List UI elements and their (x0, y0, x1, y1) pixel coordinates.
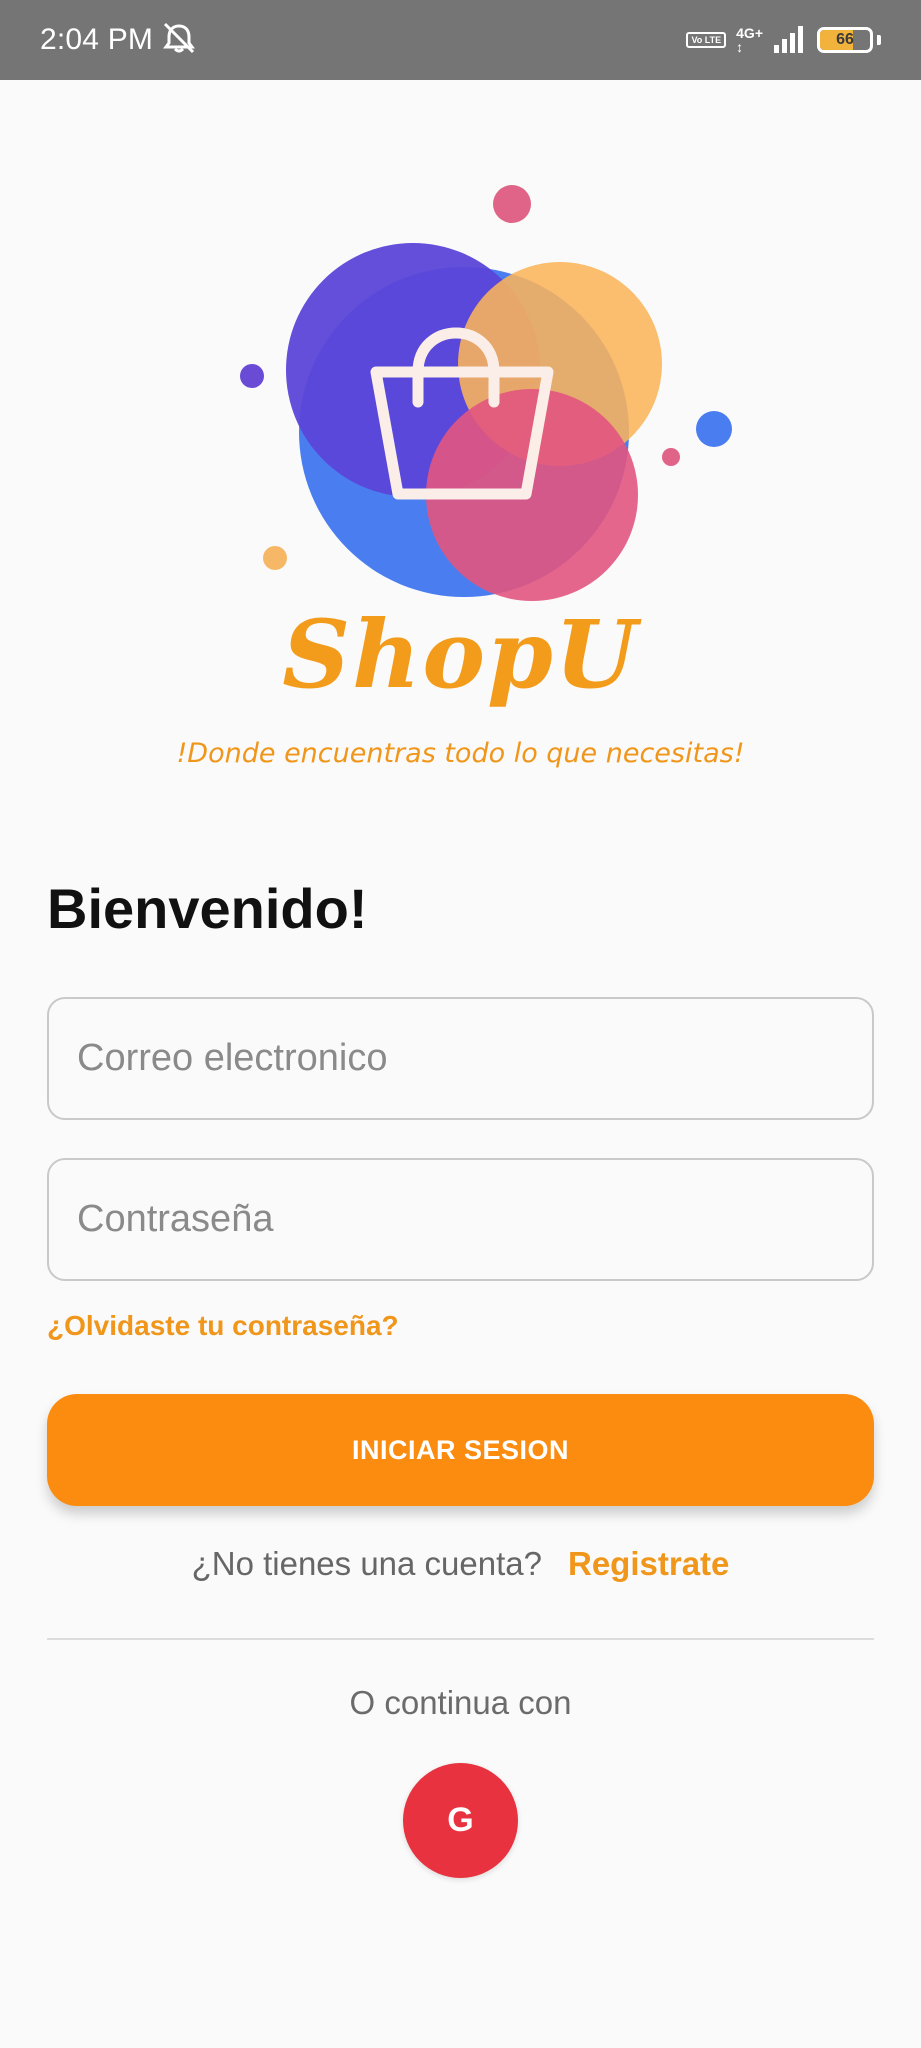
divider (47, 1638, 874, 1640)
volte-icon: Vo LTE (686, 32, 727, 48)
password-field[interactable] (47, 1158, 874, 1281)
network-type: 4G+ ↕ (736, 26, 763, 54)
password-input[interactable] (77, 1198, 844, 1241)
google-signin-button[interactable]: G (403, 1763, 518, 1878)
register-question: ¿No tienes una cuenta? (191, 1545, 542, 1582)
app-logo (240, 185, 732, 601)
continue-with-label: O continua con (349, 1684, 572, 1721)
status-left: 2:04 PM (40, 22, 197, 59)
network-label: 4G+ (736, 25, 763, 41)
data-arrows-icon: ↕ (736, 39, 744, 55)
forgot-password-link[interactable]: ¿Olvidaste tu contraseña? (47, 1310, 399, 1342)
signal-icon (773, 23, 807, 58)
logo-tagline: !Donde encuentras todo lo que necesitas! (176, 738, 745, 769)
status-bar: 2:04 PM Vo LTE 4G+ ↕ 66 (0, 0, 921, 80)
email-field[interactable] (47, 997, 874, 1120)
battery-tip (877, 35, 881, 45)
status-right: Vo LTE 4G+ ↕ 66 (686, 23, 881, 58)
battery-icon: 66 (817, 27, 873, 53)
status-time: 2:04 PM (40, 23, 154, 56)
email-input[interactable] (77, 1037, 844, 1080)
logo-dot-purple (240, 364, 264, 388)
mute-alarm-icon (161, 22, 197, 59)
logo-dot-pink (493, 185, 531, 223)
welcome-heading: Bienvenido! (47, 877, 368, 940)
register-row: ¿No tienes una cuenta? Registrate (0, 1545, 921, 1583)
logo-title: ShopU (282, 600, 639, 710)
battery-level: 66 (836, 31, 854, 48)
login-button[interactable]: INICIAR SESION (47, 1394, 874, 1506)
google-icon: G (447, 1801, 474, 1839)
register-link[interactable]: Registrate (568, 1545, 729, 1583)
logo-dot-orange (263, 546, 287, 570)
logo-dot-pink-small (662, 448, 680, 466)
logo-dot-blue (696, 411, 732, 447)
